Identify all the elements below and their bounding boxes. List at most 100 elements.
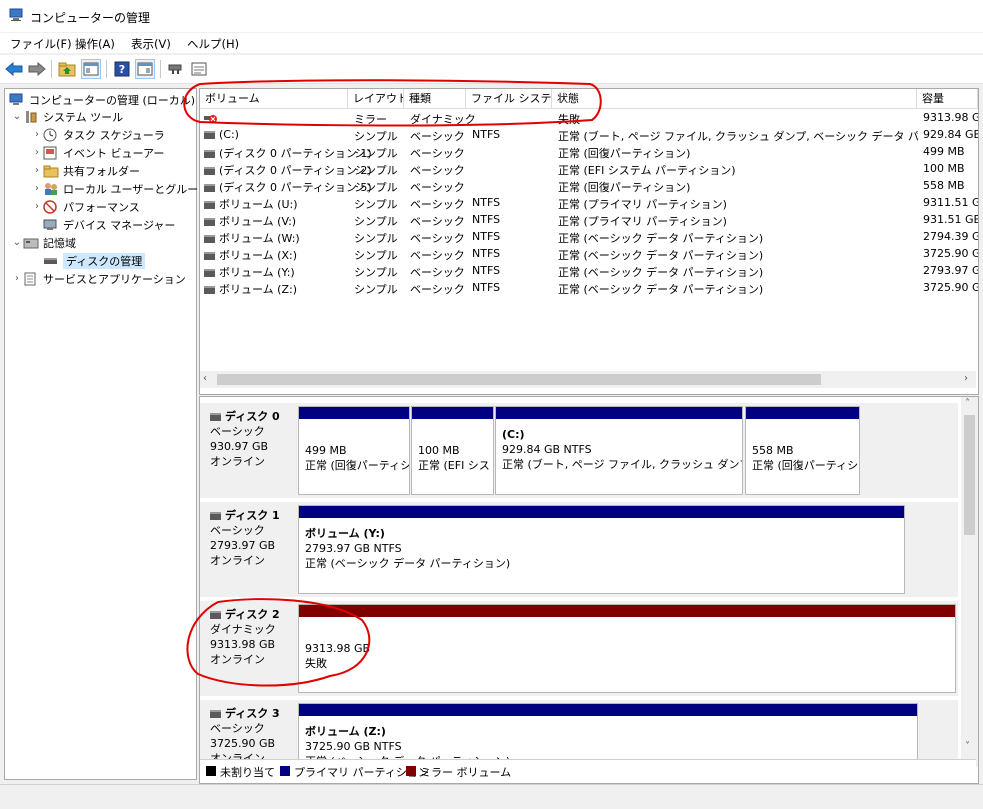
volume-icon: [204, 167, 215, 175]
partition-block[interactable]: (C:) 929.84 GB NTFS 正常 (ブート, ページ ファイル, クラッ…: [495, 406, 743, 495]
volume-icon: [204, 150, 215, 158]
disk-type: ダイナミック: [210, 623, 276, 636]
disk-0-row: ディスク 0 ベーシック 930.97 GB オンライン 499 MB 正常 (回…: [200, 403, 958, 498]
connect-icon[interactable]: [166, 59, 186, 79]
menu-view[interactable]: 表示(V): [131, 36, 171, 52]
event-viewer-icon: [43, 146, 59, 160]
menu-action[interactable]: 操作(A): [75, 36, 115, 52]
status-cell: 正常 (プライマリ パーティション): [558, 198, 727, 211]
chevron-right-icon[interactable]: ›: [31, 183, 43, 194]
capacity-cell: 2794.39 G: [923, 230, 978, 243]
disk-2-row: ディスク 2 ダイナミック 9313.98 GB オンライン 9313.98 G…: [200, 601, 958, 696]
tree-item-storage[interactable]: ⌄ 記憶域: [11, 234, 76, 251]
tree-label: パフォーマンス: [63, 200, 140, 214]
table-row[interactable]: ミラー ダイナミック 失敗 9313.98 G: [200, 110, 978, 127]
legend-swatch-unallocated: [206, 766, 216, 776]
scroll-right-icon[interactable]: ›: [964, 373, 968, 384]
partition-block[interactable]: ボリューム (Y:) 2793.97 GB NTFS 正常 (ベーシック データ パ…: [298, 505, 905, 594]
scroll-down-icon[interactable]: ˅: [965, 741, 970, 752]
table-row[interactable]: ボリューム (Z:) シンプル ベーシック NTFS 正常 (ベーシック データ…: [200, 280, 978, 297]
tree-item-system-tools[interactable]: ⌄ システム ツール: [11, 108, 123, 125]
chevron-down-icon[interactable]: ⌄: [11, 237, 23, 248]
forward-icon[interactable]: [27, 59, 47, 79]
table-row[interactable]: ボリューム (W:) シンプル ベーシック NTFS 正常 (ベーシック データ…: [200, 229, 978, 246]
filesystem-cell: NTFS: [472, 247, 501, 260]
partition-block[interactable]: 9313.98 GB 失敗: [298, 604, 956, 693]
scroll-left-icon[interactable]: ‹: [203, 373, 207, 384]
column-header-layout[interactable]: レイアウト: [348, 89, 404, 109]
type-cell: ベーシック: [410, 164, 465, 177]
tree-item-services-applications[interactable]: › サービスとアプリケーション: [11, 270, 186, 287]
scrollbar-thumb[interactable]: [217, 374, 821, 385]
show-hide-tree-icon[interactable]: [81, 59, 101, 79]
table-row[interactable]: ボリューム (X:) シンプル ベーシック NTFS 正常 (ベーシック データ…: [200, 246, 978, 263]
column-header-volume[interactable]: ボリューム: [200, 89, 348, 109]
tree-item-local-users-groups[interactable]: › ローカル ユーザーとグループ: [31, 180, 209, 197]
console-icon[interactable]: [189, 59, 209, 79]
horizontal-scrollbar[interactable]: ‹ ›: [200, 371, 976, 388]
chevron-right-icon[interactable]: ›: [11, 273, 23, 284]
tree-item-device-manager[interactable]: デバイス マネージャー: [43, 216, 175, 233]
volume-icon: [204, 286, 215, 294]
disk-name: ディスク 3: [210, 706, 280, 721]
chevron-right-icon[interactable]: ›: [31, 201, 43, 212]
column-header-status[interactable]: 状態: [552, 89, 917, 109]
disk-graphical-view: ディスク 0 ベーシック 930.97 GB オンライン 499 MB 正常 (回…: [199, 396, 979, 784]
tree-item-performance[interactable]: › パフォーマンス: [31, 198, 140, 215]
computer-management-icon: [9, 8, 23, 22]
menu-help[interactable]: ヘルプ(H): [187, 36, 239, 52]
volume-icon: [204, 201, 215, 209]
tree-item-task-scheduler[interactable]: › タスク スケジューラ: [31, 126, 165, 143]
column-header-type[interactable]: 種類: [404, 89, 466, 109]
status-cell: 正常 (ベーシック データ パーティション): [558, 266, 764, 279]
chevron-down-icon[interactable]: ⌄: [11, 111, 23, 122]
vertical-scrollbar[interactable]: ˄ ˅: [961, 397, 978, 767]
tree-item-computer-management[interactable]: コンピューターの管理 (ローカル): [9, 91, 195, 108]
partition-block[interactable]: 100 MB 正常 (EFI シス: [411, 406, 494, 495]
help-icon[interactable]: ?: [112, 59, 132, 79]
tree-item-shared-folders[interactable]: › 共有フォルダー: [31, 162, 140, 179]
capacity-cell: 929.84 GB: [923, 128, 978, 141]
tree-label: イベント ビューアー: [63, 146, 165, 160]
tree-item-event-viewer[interactable]: › イベント ビューアー: [31, 144, 164, 161]
tree-label: 記憶域: [43, 236, 76, 250]
layout-cell: ミラー: [354, 113, 387, 126]
type-cell: ベーシック: [410, 147, 465, 160]
scroll-up-icon[interactable]: ˄: [965, 398, 970, 409]
chevron-right-icon[interactable]: ›: [31, 129, 43, 140]
back-icon[interactable]: [4, 59, 24, 79]
partition-block[interactable]: 499 MB 正常 (回復パーティシ: [298, 406, 410, 495]
menu-file[interactable]: ファイル(F): [10, 36, 72, 52]
scrollbar-thumb[interactable]: [964, 415, 975, 535]
type-cell: ベーシック: [410, 283, 465, 296]
layout-cell: シンプル: [354, 164, 398, 177]
table-row[interactable]: ボリューム (V:) シンプル ベーシック NTFS 正常 (プライマリ パーテ…: [200, 212, 978, 229]
tree-item-disk-management[interactable]: ディスクの管理: [43, 252, 146, 269]
chevron-right-icon[interactable]: ›: [31, 165, 43, 176]
table-row[interactable]: (ディスク 0 パーティション 1) シンプル ベーシック 正常 (回復パーティ…: [200, 144, 978, 161]
disk-3-label[interactable]: ディスク 3 ベーシック 3725.90 GB オンライン: [210, 706, 280, 766]
table-row[interactable]: (ディスク 0 パーティション 5) シンプル ベーシック 正常 (回復パーティ…: [200, 178, 978, 195]
chevron-right-icon[interactable]: ›: [31, 147, 43, 158]
disk-size: 2793.97 GB: [210, 539, 276, 552]
column-header-capacity[interactable]: 容量: [917, 89, 978, 109]
volume-name-cell: [204, 111, 220, 124]
status-cell: 正常 (ベーシック データ パーティション): [558, 249, 764, 262]
disk-1-label[interactable]: ディスク 1 ベーシック 2793.97 GB オンライン: [210, 508, 280, 568]
volume-name-cell: (ディスク 0 パーティション 5): [204, 179, 372, 195]
disk-0-label[interactable]: ディスク 0 ベーシック 930.97 GB オンライン: [210, 409, 280, 469]
properties-icon[interactable]: [135, 59, 155, 79]
tree-label: サービスとアプリケーション: [43, 272, 186, 286]
table-row[interactable]: (ディスク 0 パーティション 2) シンプル ベーシック 正常 (EFI シス…: [200, 161, 978, 178]
table-row[interactable]: ボリューム (U:) シンプル ベーシック NTFS 正常 (プライマリ パーテ…: [200, 195, 978, 212]
volume-icon: [204, 218, 215, 226]
table-row[interactable]: (C:) シンプル ベーシック NTFS 正常 (ブート, ページ ファイル, …: [200, 127, 978, 144]
filesystem-cell: NTFS: [472, 196, 501, 209]
column-header-filesystem[interactable]: ファイル システム: [466, 89, 552, 109]
partition-block[interactable]: 558 MB 正常 (回復パーティシ: [745, 406, 860, 495]
legend-label: 未割り当て: [220, 766, 275, 779]
status-cell: 正常 (回復パーティション): [558, 147, 691, 160]
table-row[interactable]: ボリューム (Y:) シンプル ベーシック NTFS 正常 (ベーシック データ…: [200, 263, 978, 280]
up-folder-icon[interactable]: [57, 59, 77, 79]
disk-2-label[interactable]: ディスク 2 ダイナミック 9313.98 GB オンライン: [210, 607, 280, 667]
